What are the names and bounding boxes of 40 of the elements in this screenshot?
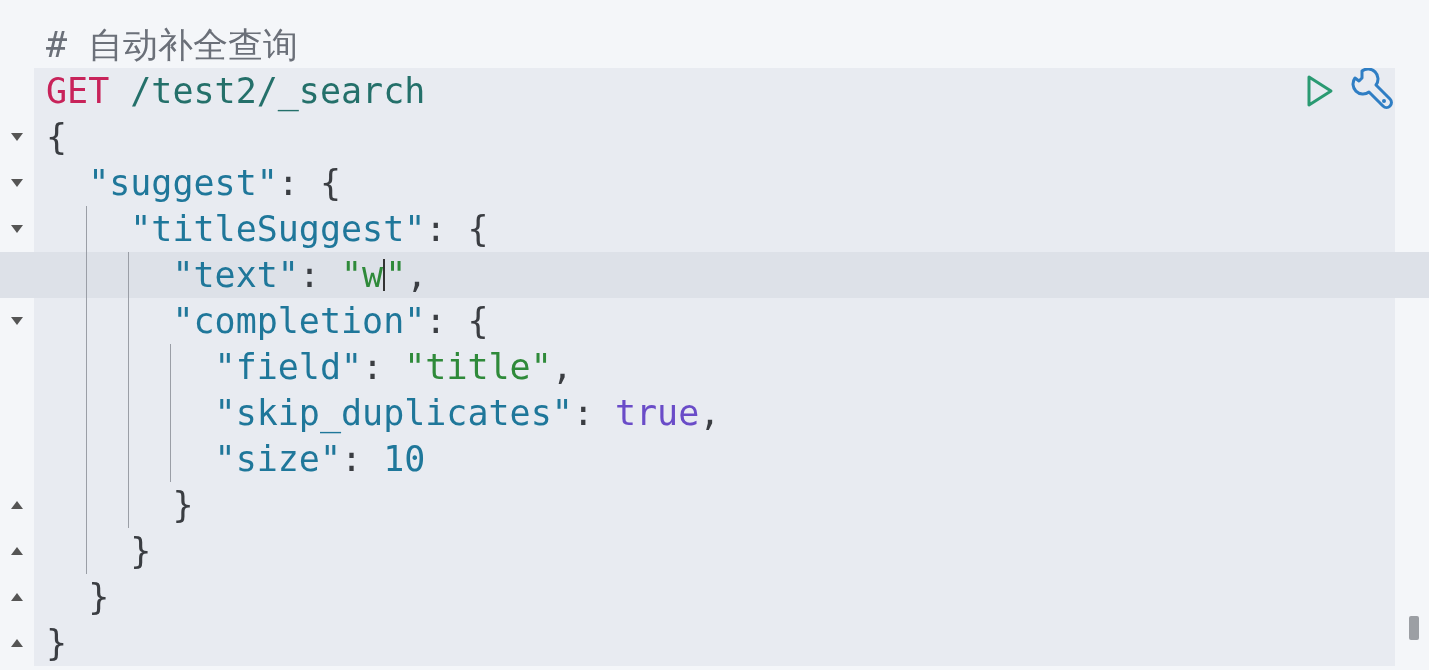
json-key: "titleSuggest" xyxy=(130,206,426,252)
string-value: " xyxy=(385,254,407,297)
json-key: "suggest" xyxy=(88,160,278,206)
http-method: GET xyxy=(46,70,110,113)
fold-arrow-icon[interactable] xyxy=(10,638,24,648)
fold-arrow-icon[interactable] xyxy=(10,500,24,510)
run-icon[interactable] xyxy=(1305,74,1335,108)
fold-arrow-icon[interactable] xyxy=(10,316,24,326)
punctuation: } xyxy=(46,622,68,665)
boolean-value: true xyxy=(614,392,700,435)
json-key: "text" xyxy=(172,252,299,298)
punctuation: } xyxy=(88,576,110,619)
number-value: 10 xyxy=(383,438,426,481)
json-key: "field" xyxy=(214,344,363,390)
punctuation: : xyxy=(362,346,385,389)
punctuation: } xyxy=(172,484,194,527)
fold-arrow-icon[interactable] xyxy=(10,132,24,142)
punctuation: , xyxy=(699,392,721,435)
code-comment: # 自动补全查询 xyxy=(46,24,299,67)
fold-arrow-icon[interactable] xyxy=(10,546,24,556)
punctuation: : xyxy=(572,392,595,435)
punctuation: : { xyxy=(425,300,489,343)
string-value: "w xyxy=(341,254,384,297)
punctuation: : { xyxy=(277,162,342,205)
punctuation: : { xyxy=(425,208,489,251)
punctuation: : xyxy=(341,438,364,481)
scrollbar-thumb xyxy=(1409,616,1419,640)
fold-arrow-icon[interactable] xyxy=(10,592,24,602)
punctuation: , xyxy=(551,346,573,389)
fold-arrow-icon[interactable] xyxy=(10,178,24,188)
punctuation: { xyxy=(46,116,68,159)
punctuation: : xyxy=(298,254,321,297)
punctuation: , xyxy=(406,254,428,297)
string-value: "title" xyxy=(404,346,552,389)
json-key: "size" xyxy=(214,436,341,482)
punctuation: } xyxy=(130,530,152,573)
request-url: /test2/_search xyxy=(129,70,426,114)
json-key: "completion" xyxy=(172,298,426,344)
json-key: "skip_duplicates" xyxy=(214,390,573,436)
fold-arrow-icon[interactable] xyxy=(10,224,24,234)
